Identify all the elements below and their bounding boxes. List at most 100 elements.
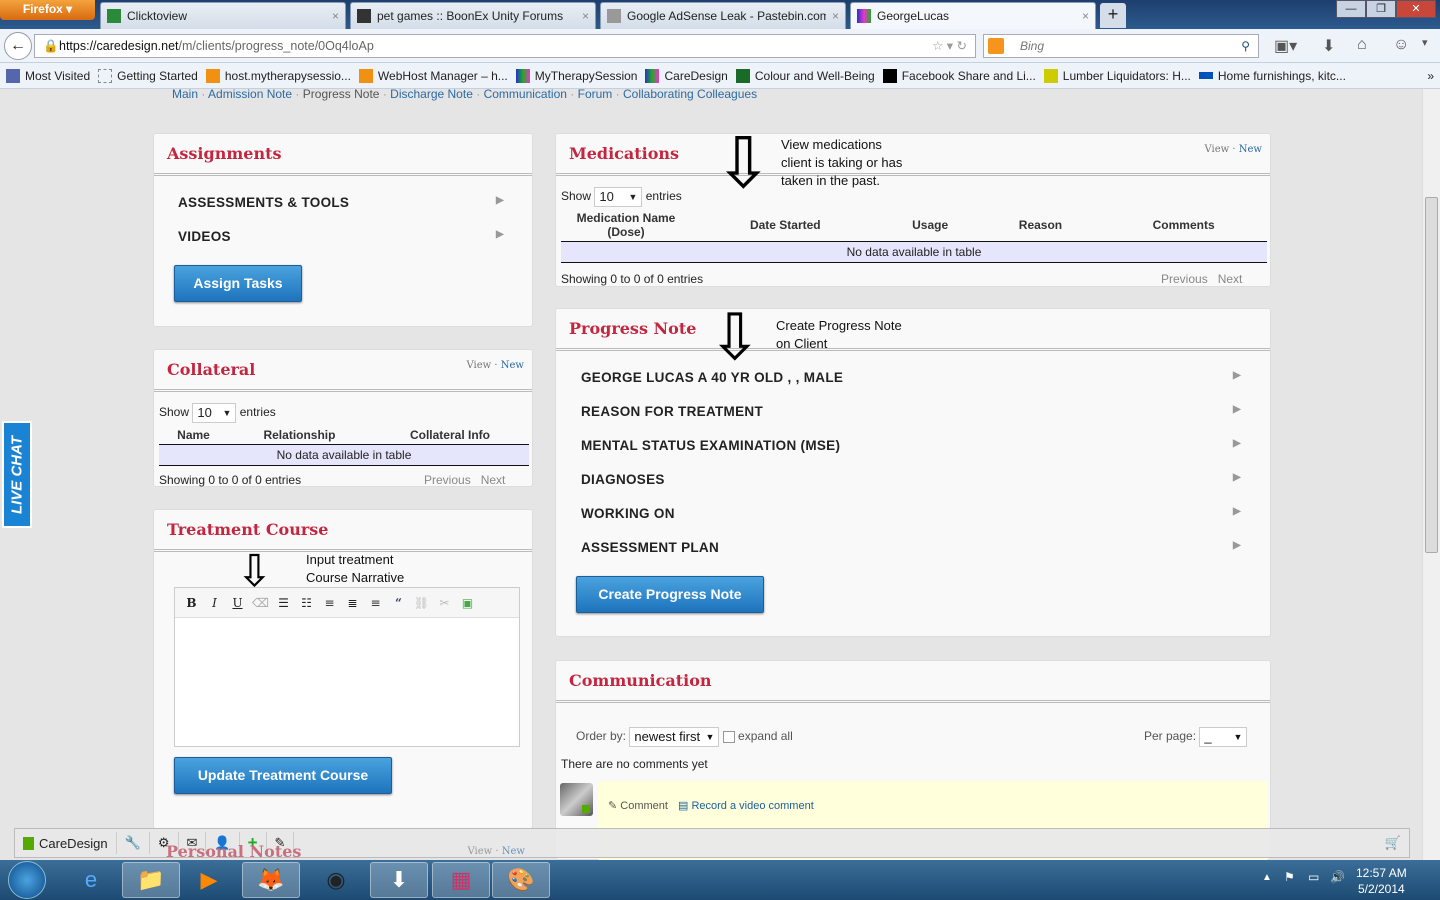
close-tab-icon[interactable]: ×: [582, 9, 589, 23]
column-header[interactable]: Name: [159, 426, 228, 445]
section-mse[interactable]: MENTAL STATUS EXAMINATION (MSE) ▶: [581, 438, 1241, 453]
align-left-icon[interactable]: ≡: [321, 596, 338, 610]
network-icon[interactable]: ▭: [1308, 870, 1319, 884]
page-size-select[interactable]: 10 ▼: [192, 403, 237, 423]
media-player-icon[interactable]: ▶: [180, 862, 238, 898]
bookmarks-menu-icon[interactable]: ▣▾: [1274, 36, 1297, 56]
expand-all-checkbox[interactable]: [722, 731, 735, 743]
next-button[interactable]: Next: [481, 473, 506, 487]
section-diagnoses[interactable]: DIAGNOSES ▶: [581, 472, 1241, 487]
unlink-icon[interactable]: ✂: [436, 596, 453, 610]
home-icon[interactable]: ⌂: [1357, 36, 1367, 54]
minimize-button[interactable]: —: [1336, 0, 1366, 18]
column-header[interactable]: Usage: [879, 209, 981, 242]
align-center-icon[interactable]: ≣: [344, 596, 361, 610]
volume-icon[interactable]: 🔊: [1330, 870, 1345, 884]
caredesign-brand[interactable]: CareDesign: [15, 832, 117, 854]
wrench-icon[interactable]: 🔧: [117, 832, 150, 854]
per-page-select[interactable]: _ ▼: [1199, 727, 1248, 747]
search-icon[interactable]: ⚲: [1241, 35, 1250, 57]
bookmark-caredesign[interactable]: CareDesign: [645, 68, 728, 83]
menu-assessments-tools[interactable]: ASSESSMENTS & TOOLS ▶: [178, 195, 504, 210]
close-window-button[interactable]: ✕: [1396, 0, 1436, 18]
link-admission-note[interactable]: Admission Note: [208, 87, 292, 101]
menu-dropdown-icon[interactable]: ▾: [1422, 36, 1428, 49]
media-app-icon[interactable]: ▦: [432, 862, 490, 898]
bookmark-lumber[interactable]: Lumber Liquidators: H...: [1043, 68, 1191, 83]
cart-icon[interactable]: 🛒: [1377, 832, 1409, 854]
column-header[interactable]: Collateral Info: [370, 426, 529, 445]
column-header[interactable]: Reason: [980, 209, 1101, 242]
firefox-menu-button[interactable]: Firefox ▾: [0, 0, 95, 20]
vertical-scrollbar[interactable]: [1422, 89, 1440, 860]
treatment-editor[interactable]: B I U ⌫ ☰ ☷ ≡ ≣ ≡ “ ⛓ ✂ ▣: [174, 587, 520, 747]
numbered-list-icon[interactable]: ☷: [298, 596, 315, 610]
link-collaborating-colleagues[interactable]: Collaborating Colleagues: [623, 87, 757, 101]
live-chat-tab[interactable]: LIVE CHAT: [2, 421, 32, 528]
tab-clicktoview[interactable]: Clicktoview ×: [100, 2, 346, 29]
personal-notes-new-link[interactable]: New: [502, 846, 525, 857]
medications-new-link[interactable]: New: [1239, 144, 1262, 155]
bookmark-mytherapysession[interactable]: MyTherapySession: [515, 68, 637, 83]
search-input[interactable]: Bing ⚲: [983, 34, 1259, 58]
bookmark-webhost[interactable]: WebHost Manager – h...: [358, 68, 508, 83]
italic-icon[interactable]: I: [206, 596, 223, 610]
downloads-icon[interactable]: ⬇: [1322, 36, 1335, 56]
collateral-view-link[interactable]: View: [466, 360, 491, 371]
tab-pet-games[interactable]: pet games :: BoonEx Unity Forums ×: [350, 2, 596, 29]
column-header[interactable]: Relationship: [228, 426, 371, 445]
order-by-select[interactable]: newest first ▼: [629, 727, 720, 747]
firefox-taskbar-icon[interactable]: 🦊: [242, 862, 300, 898]
blockquote-icon[interactable]: “: [390, 596, 407, 610]
link-main[interactable]: Main: [172, 87, 198, 101]
eraser-icon[interactable]: ⌫: [252, 596, 269, 610]
start-button[interactable]: [8, 861, 46, 899]
addon-monkey-icon[interactable]: ☺: [1393, 36, 1409, 54]
link-icon[interactable]: ⛓: [413, 596, 430, 610]
align-right-icon[interactable]: ≡: [367, 596, 384, 610]
bookmark-ikea[interactable]: Home furnishings, kitc...: [1198, 69, 1346, 83]
scrollbar-thumb[interactable]: [1425, 197, 1438, 553]
menu-videos[interactable]: VIDEOS ▶: [178, 229, 504, 244]
bookmark-star-icon[interactable]: ☆ ▾ ↻: [932, 35, 967, 57]
section-working-on[interactable]: WORKING ON ▶: [581, 506, 1241, 521]
back-button[interactable]: ←: [4, 32, 32, 60]
personal-notes-view-link[interactable]: View: [467, 846, 492, 857]
comment-tab[interactable]: ✎ Comment: [608, 799, 668, 812]
create-progress-note-button[interactable]: Create Progress Note: [576, 576, 764, 613]
bookmark-host[interactable]: host.mytherapysessio...: [205, 68, 351, 83]
column-header[interactable]: Comments: [1100, 209, 1267, 242]
page-size-select[interactable]: 10 ▼: [594, 187, 643, 207]
column-header[interactable]: Date Started: [691, 209, 880, 242]
close-tab-icon[interactable]: ×: [1082, 9, 1089, 23]
record-video-comment-link[interactable]: ▤ Record a video comment: [678, 799, 814, 812]
medications-view-link[interactable]: View: [1204, 144, 1229, 155]
bookmark-colour[interactable]: Colour and Well-Being: [735, 68, 875, 83]
column-header[interactable]: Medication Name (Dose): [561, 209, 691, 242]
update-treatment-course-button[interactable]: Update Treatment Course: [174, 757, 392, 794]
close-tab-icon[interactable]: ×: [332, 9, 339, 23]
bookmark-getting-started[interactable]: Getting Started: [98, 68, 198, 83]
close-tab-icon[interactable]: ×: [832, 9, 839, 23]
bold-icon[interactable]: B: [183, 596, 200, 610]
link-communication[interactable]: Communication: [484, 87, 567, 101]
file-explorer-icon[interactable]: 📁: [122, 862, 180, 898]
tray-expand-icon[interactable]: ▲: [1262, 872, 1272, 883]
bullet-list-icon[interactable]: ☰: [275, 596, 292, 610]
bookmarks-overflow-button[interactable]: »: [1427, 69, 1434, 83]
section-assessment-plan[interactable]: ASSESSMENT PLAN ▶: [581, 540, 1241, 555]
bookmark-facebook[interactable]: Facebook Share and Li...: [882, 68, 1036, 83]
url-bar[interactable]: 🔒 https://caredesign.net/m/clients/progr…: [34, 34, 976, 58]
section-client-info[interactable]: GEORGE LUCAS A 40 YR OLD , , MALE ▶: [581, 370, 1241, 385]
image-icon[interactable]: ▣: [459, 596, 476, 610]
next-button[interactable]: Next: [1218, 272, 1243, 286]
internet-explorer-icon[interactable]: e: [62, 862, 120, 898]
section-reason-for-treatment[interactable]: REASON FOR TREATMENT ▶: [581, 404, 1241, 419]
chrome-icon[interactable]: ◉: [307, 862, 365, 898]
new-tab-button[interactable]: +: [1100, 3, 1126, 28]
tab-georgelucas[interactable]: GeorgeLucas ×: [850, 2, 1096, 29]
previous-button[interactable]: Previous: [424, 473, 471, 487]
collateral-new-link[interactable]: New: [501, 360, 524, 371]
restore-button[interactable]: ❐: [1366, 0, 1396, 18]
link-progress-note[interactable]: Progress Note: [303, 87, 380, 101]
